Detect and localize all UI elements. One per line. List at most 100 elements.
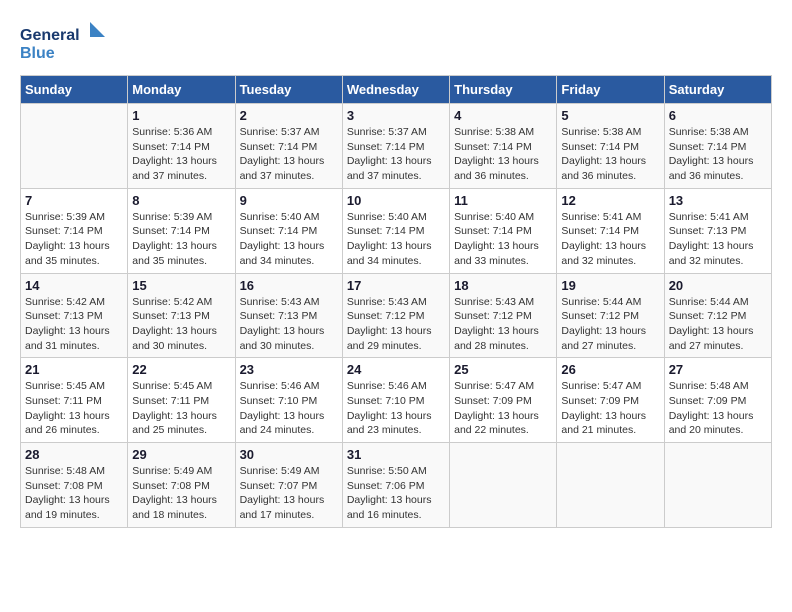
day-info: Sunrise: 5:38 AMSunset: 7:14 PMDaylight:…	[561, 125, 659, 184]
calendar-cell: 30 Sunrise: 5:49 AMSunset: 7:07 PMDayligh…	[235, 443, 342, 528]
day-info: Sunrise: 5:38 AMSunset: 7:14 PMDaylight:…	[454, 125, 552, 184]
calendar-cell: 6 Sunrise: 5:38 AMSunset: 7:14 PMDaylight…	[664, 104, 771, 189]
day-info: Sunrise: 5:48 AMSunset: 7:09 PMDaylight:…	[669, 379, 767, 438]
day-number: 10	[347, 193, 445, 208]
day-info: Sunrise: 5:37 AMSunset: 7:14 PMDaylight:…	[347, 125, 445, 184]
day-number: 7	[25, 193, 123, 208]
day-header-sunday: Sunday	[21, 76, 128, 104]
day-number: 22	[132, 362, 230, 377]
calendar-cell: 17 Sunrise: 5:43 AMSunset: 7:12 PMDayligh…	[342, 273, 449, 358]
calendar-cell: 9Sunrise: 5:40 AMSunset: 7:14 PMDaylight…	[235, 188, 342, 273]
day-number: 19	[561, 278, 659, 293]
day-info: Sunrise: 5:47 AMSunset: 7:09 PMDaylight:…	[561, 379, 659, 438]
day-info: Sunrise: 5:43 AMSunset: 7:13 PMDaylight:…	[240, 295, 338, 354]
day-info: Sunrise: 5:37 AMSunset: 7:14 PMDaylight:…	[240, 125, 338, 184]
day-info: Sunrise: 5:44 AMSunset: 7:12 PMDaylight:…	[561, 295, 659, 354]
day-info: Sunrise: 5:43 AMSunset: 7:12 PMDaylight:…	[454, 295, 552, 354]
day-number: 24	[347, 362, 445, 377]
day-header-saturday: Saturday	[664, 76, 771, 104]
day-info: Sunrise: 5:40 AMSunset: 7:14 PMDaylight:…	[347, 210, 445, 269]
logo: General Blue	[20, 20, 110, 65]
day-header-friday: Friday	[557, 76, 664, 104]
day-number: 23	[240, 362, 338, 377]
calendar-cell: 15Sunrise: 5:42 AMSunset: 7:13 PMDayligh…	[128, 273, 235, 358]
day-info: Sunrise: 5:43 AMSunset: 7:12 PMDaylight:…	[347, 295, 445, 354]
calendar-cell: 2 Sunrise: 5:37 AMSunset: 7:14 PMDaylight…	[235, 104, 342, 189]
day-info: Sunrise: 5:49 AMSunset: 7:08 PMDaylight:…	[132, 464, 230, 523]
calendar-cell: 16 Sunrise: 5:43 AMSunset: 7:13 PMDayligh…	[235, 273, 342, 358]
calendar-table: SundayMondayTuesdayWednesdayThursdayFrid…	[20, 75, 772, 528]
calendar-cell: 26 Sunrise: 5:47 AMSunset: 7:09 PMDayligh…	[557, 358, 664, 443]
day-info: Sunrise: 5:47 AMSunset: 7:09 PMDaylight:…	[454, 379, 552, 438]
day-number: 8	[132, 193, 230, 208]
week-row-4: 21 Sunrise: 5:45 AMSunset: 7:11 PMDayligh…	[21, 358, 772, 443]
day-info: Sunrise: 5:39 AMSunset: 7:14 PMDaylight:…	[132, 210, 230, 269]
calendar-cell: 28 Sunrise: 5:48 AMSunset: 7:08 PMDayligh…	[21, 443, 128, 528]
calendar-cell: 23 Sunrise: 5:46 AMSunset: 7:10 PMDayligh…	[235, 358, 342, 443]
day-number: 5	[561, 108, 659, 123]
day-header-wednesday: Wednesday	[342, 76, 449, 104]
calendar-cell: 10 Sunrise: 5:40 AMSunset: 7:14 PMDayligh…	[342, 188, 449, 273]
day-number: 18	[454, 278, 552, 293]
week-row-5: 28 Sunrise: 5:48 AMSunset: 7:08 PMDayligh…	[21, 443, 772, 528]
day-info: Sunrise: 5:46 AMSunset: 7:10 PMDaylight:…	[347, 379, 445, 438]
day-number: 13	[669, 193, 767, 208]
logo-svg: General Blue	[20, 20, 110, 65]
day-number: 9	[240, 193, 338, 208]
day-info: Sunrise: 5:46 AMSunset: 7:10 PMDaylight:…	[240, 379, 338, 438]
day-number: 2	[240, 108, 338, 123]
calendar-cell: 25Sunrise: 5:47 AMSunset: 7:09 PMDayligh…	[450, 358, 557, 443]
calendar-cell	[557, 443, 664, 528]
day-info: Sunrise: 5:42 AMSunset: 7:13 PMDaylight:…	[132, 295, 230, 354]
calendar-cell: 4 Sunrise: 5:38 AMSunset: 7:14 PMDaylight…	[450, 104, 557, 189]
svg-text:Blue: Blue	[20, 45, 55, 62]
day-number: 27	[669, 362, 767, 377]
day-number: 16	[240, 278, 338, 293]
day-number: 29	[132, 447, 230, 462]
day-number: 14	[25, 278, 123, 293]
calendar-cell: 5 Sunrise: 5:38 AMSunset: 7:14 PMDaylight…	[557, 104, 664, 189]
day-info: Sunrise: 5:41 AMSunset: 7:14 PMDaylight:…	[561, 210, 659, 269]
calendar-cell: 8 Sunrise: 5:39 AMSunset: 7:14 PMDaylight…	[128, 188, 235, 273]
day-header-tuesday: Tuesday	[235, 76, 342, 104]
day-info: Sunrise: 5:45 AMSunset: 7:11 PMDaylight:…	[132, 379, 230, 438]
day-info: Sunrise: 5:48 AMSunset: 7:08 PMDaylight:…	[25, 464, 123, 523]
page-header: General Blue	[20, 20, 772, 65]
svg-text:General: General	[20, 27, 80, 44]
calendar-cell: 31Sunrise: 5:50 AMSunset: 7:06 PMDayligh…	[342, 443, 449, 528]
day-number: 11	[454, 193, 552, 208]
calendar-cell: 7Sunrise: 5:39 AMSunset: 7:14 PMDaylight…	[21, 188, 128, 273]
day-number: 1	[132, 108, 230, 123]
day-number: 17	[347, 278, 445, 293]
day-number: 3	[347, 108, 445, 123]
day-header-monday: Monday	[128, 76, 235, 104]
header-row: SundayMondayTuesdayWednesdayThursdayFrid…	[21, 76, 772, 104]
day-info: Sunrise: 5:44 AMSunset: 7:12 PMDaylight:…	[669, 295, 767, 354]
calendar-cell: 3 Sunrise: 5:37 AMSunset: 7:14 PMDaylight…	[342, 104, 449, 189]
day-info: Sunrise: 5:36 AMSunset: 7:14 PMDaylight:…	[132, 125, 230, 184]
week-row-1: 1 Sunrise: 5:36 AMSunset: 7:14 PMDaylight…	[21, 104, 772, 189]
week-row-3: 14 Sunrise: 5:42 AMSunset: 7:13 PMDayligh…	[21, 273, 772, 358]
calendar-cell: 18 Sunrise: 5:43 AMSunset: 7:12 PMDayligh…	[450, 273, 557, 358]
calendar-cell	[21, 104, 128, 189]
day-number: 30	[240, 447, 338, 462]
calendar-cell: 21 Sunrise: 5:45 AMSunset: 7:11 PMDayligh…	[21, 358, 128, 443]
calendar-cell: 1 Sunrise: 5:36 AMSunset: 7:14 PMDaylight…	[128, 104, 235, 189]
calendar-cell: 29 Sunrise: 5:49 AMSunset: 7:08 PMDayligh…	[128, 443, 235, 528]
day-number: 26	[561, 362, 659, 377]
day-info: Sunrise: 5:45 AMSunset: 7:11 PMDaylight:…	[25, 379, 123, 438]
calendar-cell: 22 Sunrise: 5:45 AMSunset: 7:11 PMDayligh…	[128, 358, 235, 443]
day-info: Sunrise: 5:49 AMSunset: 7:07 PMDaylight:…	[240, 464, 338, 523]
day-info: Sunrise: 5:38 AMSunset: 7:14 PMDaylight:…	[669, 125, 767, 184]
day-number: 21	[25, 362, 123, 377]
week-row-2: 7 Sunrise: 5:39 AMSunset: 7:14 PMDaylight…	[21, 188, 772, 273]
calendar-cell: 27 Sunrise: 5:48 AMSunset: 7:09 PMDayligh…	[664, 358, 771, 443]
day-number: 6	[669, 108, 767, 123]
day-info: Sunrise: 5:40 AMSunset: 7:14 PMDaylight:…	[454, 210, 552, 269]
day-info: Sunrise: 5:42 AMSunset: 7:13 PMDaylight:…	[25, 295, 123, 354]
day-number: 28	[25, 447, 123, 462]
day-info: Sunrise: 5:50 AMSunset: 7:06 PMDaylight:…	[347, 464, 445, 523]
calendar-cell: 24 Sunrise: 5:46 AMSunset: 7:10 PMDayligh…	[342, 358, 449, 443]
day-number: 4	[454, 108, 552, 123]
calendar-cell	[664, 443, 771, 528]
